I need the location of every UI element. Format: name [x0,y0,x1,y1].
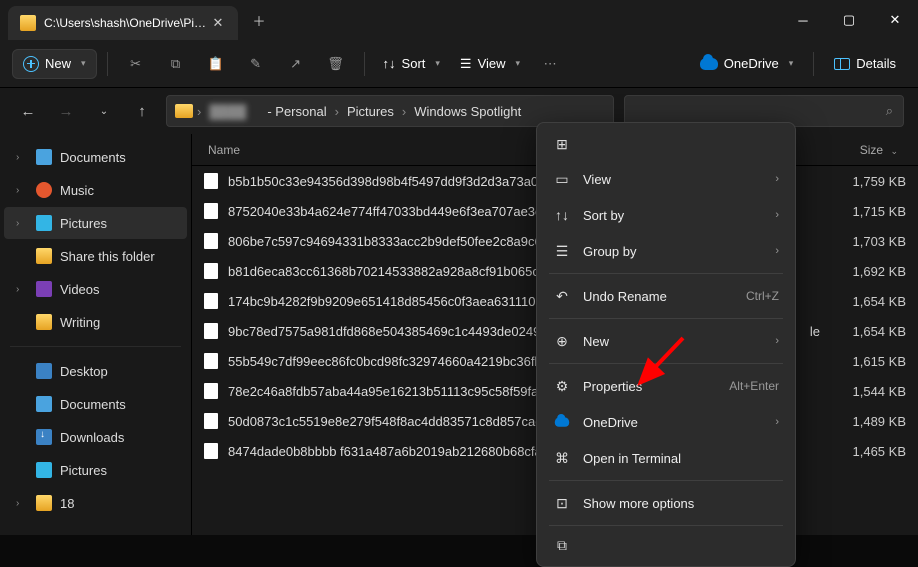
file-size: 1,692 KB [826,264,906,279]
grid-icon[interactable]: ⊞ [553,135,571,153]
breadcrumb-seg[interactable]: Windows Spotlight [414,104,521,119]
sort-icon: ↑↓ [553,206,571,224]
close-icon[interactable]: ✕ [210,15,226,31]
undo-icon: ↶ [553,287,571,305]
breadcrumb-seg[interactable]: - Personal [267,104,326,119]
file-icon [204,383,218,399]
file-size: 1,489 KB [826,414,906,429]
file-size: 1,715 KB [826,204,906,219]
gear-icon: ⚙ [553,377,571,395]
file-icon [204,233,218,249]
cut-button[interactable]: ✂ [118,48,154,80]
ctx-onedrive[interactable]: OneDrive› [543,404,789,440]
cloud-icon [700,58,718,70]
search-icon: ⌕ [886,103,893,119]
minimize-button[interactable]: ─ [780,0,826,40]
chevron-down-icon: ▾ [789,58,794,69]
ctx-more[interactable]: ⊡Show more options [543,485,789,521]
titlebar: C:\Users\shash\OneDrive\Pictu ✕ ＋ ─ ▢ ✕ [0,0,918,40]
view-icon: ☰ [460,56,472,72]
sidebar-item-pictures[interactable]: ›Pictures [4,207,187,239]
file-icon [204,203,218,219]
copy-icon: ⧉ [553,536,571,554]
file-icon [204,263,218,279]
file-size: 1,544 KB [826,384,906,399]
sidebar-item-desktop[interactable]: Desktop [4,355,187,387]
ctx-icon-row: ⊞ [543,129,789,161]
details-button[interactable]: Details [824,50,906,77]
sidebar-item-downloads[interactable]: Downloads [4,421,187,453]
terminal-icon: ⌘ [553,449,571,467]
file-size: 1,703 KB [826,234,906,249]
sidebar-item-writing[interactable]: Writing [4,306,187,338]
file-icon [204,293,218,309]
ctx-view[interactable]: ▭View› [543,161,789,197]
sidebar-item-videos[interactable]: ›Videos [4,273,187,305]
plus-icon: ⊕ [553,332,571,350]
copy-button[interactable]: ⧉ [158,48,194,80]
ctx-sortby[interactable]: ↑↓Sort by› [543,197,789,233]
close-window-button[interactable]: ✕ [872,0,918,40]
sidebar: ›Documents ›Music ›Pictures Share this f… [0,134,192,535]
file-size: 1,465 KB [826,444,906,459]
onedrive-button[interactable]: OneDrive ▾ [690,50,803,77]
back-button[interactable]: ← [14,103,42,120]
tab-current[interactable]: C:\Users\shash\OneDrive\Pictu ✕ [8,6,238,40]
file-size: 1,654 KB [826,324,906,339]
file-size: 1,759 KB [826,174,906,189]
more-icon: ⊡ [553,494,571,512]
toolbar: New ▾ ✂ ⧉ 📋 ✎ ↗ 🗑 ↑↓ Sort ▾ ☰ View ▾ ⋯ O… [0,40,918,88]
file-icon [204,353,218,369]
file-icon [204,413,218,429]
window-controls: ─ ▢ ✕ [780,0,918,40]
file-icon [204,173,218,189]
more-button[interactable]: ⋯ [532,48,568,80]
folder-icon [20,15,36,31]
context-menu: ⊞ ▭View› ↑↓Sort by› ☰Group by› ↶Undo Ren… [536,122,796,567]
view-button[interactable]: ☰ View ▾ [452,50,528,78]
sort-icon: ↑↓ [383,56,396,71]
maximize-button[interactable]: ▢ [826,0,872,40]
folder-icon [175,104,193,118]
tab-title: C:\Users\shash\OneDrive\Pictu [44,16,210,30]
new-button[interactable]: New ▾ [12,49,97,79]
share-button[interactable]: ↗ [278,48,314,80]
add-tab-button[interactable]: ＋ [242,3,276,37]
file-size: 1,654 KB [826,294,906,309]
sidebar-item-share[interactable]: Share this folder [4,240,187,272]
group-icon: ☰ [553,242,571,260]
col-size[interactable]: Size ⌄ [826,143,906,157]
sidebar-item-documents[interactable]: ›Documents [4,141,187,173]
sort-button[interactable]: ↑↓ Sort ▾ [375,50,448,77]
breadcrumb-seg[interactable]: Pictures [347,104,394,119]
ctx-groupby[interactable]: ☰Group by› [543,233,789,269]
rename-button[interactable]: ✎ [238,48,274,80]
recent-button[interactable]: ⌄ [90,106,118,117]
plus-icon [23,56,39,72]
chevron-down-icon: ▾ [516,58,521,69]
cloud-icon [553,413,571,431]
ctx-new[interactable]: ⊕New› [543,323,789,359]
new-label: New [45,56,71,71]
up-button[interactable]: ↑ [128,103,156,120]
file-icon [204,323,218,339]
file-icon [204,443,218,459]
chevron-down-icon: ▾ [81,58,86,69]
delete-button[interactable]: 🗑 [318,48,354,80]
sidebar-item-documents2[interactable]: Documents [4,388,187,420]
paste-button[interactable]: 📋 [198,48,234,80]
view-icon: ▭ [553,170,571,188]
file-size: 1,615 KB [826,354,906,369]
ctx-undo[interactable]: ↶Undo RenameCtrl+Z [543,278,789,314]
ctx-terminal[interactable]: ⌘Open in Terminal [543,440,789,476]
ctx-properties[interactable]: ⚙PropertiesAlt+Enter [543,368,789,404]
chevron-down-icon: ▾ [435,58,440,69]
details-icon [834,58,850,70]
forward-button[interactable]: → [52,103,80,120]
sidebar-item-18[interactable]: ›18 [4,487,187,519]
sidebar-item-music[interactable]: ›Music [4,174,187,206]
sidebar-item-pictures2[interactable]: Pictures [4,454,187,486]
